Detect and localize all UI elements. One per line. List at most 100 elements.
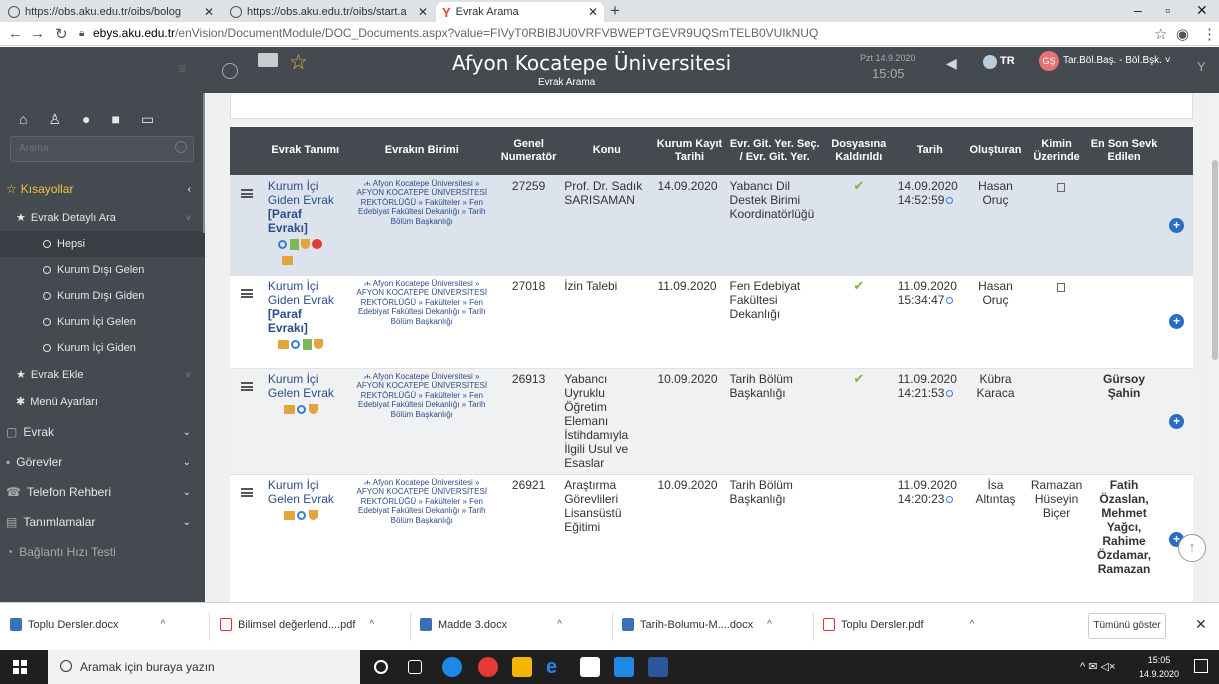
sidebar-item-all[interactable]: Hepsi [0, 231, 205, 257]
expand-plus-icon[interactable]: + [1169, 413, 1185, 429]
expand-plus-icon[interactable]: + [1169, 314, 1185, 329]
video-icon[interactable]: ▭ [141, 111, 154, 133]
shield-icon[interactable] [308, 404, 318, 415]
search-icon[interactable] [222, 63, 238, 79]
shield-icon[interactable] [313, 339, 323, 350]
edge-icon[interactable] [442, 657, 462, 677]
minimize-button[interactable]: – [1134, 2, 1142, 18]
row-menu-icon[interactable] [240, 288, 253, 298]
file-explorer-icon[interactable] [512, 657, 532, 677]
sidebar-item-add-document[interactable]: ★ Evrak Ekle ˅ [0, 361, 205, 388]
col-olusturan[interactable]: Oluşturan [965, 127, 1026, 175]
star-icon[interactable]: ☆ [289, 50, 308, 75]
chevron-up-icon[interactable]: ^ [767, 619, 772, 630]
briefcase-icon[interactable] [281, 255, 293, 265]
sidebar-item-internal-outgoing[interactable]: Kurum İçi Giden [0, 335, 205, 361]
maximize-button[interactable]: ▫ [1165, 2, 1170, 18]
chevron-up-icon[interactable]: ^ [369, 619, 374, 630]
home-icon[interactable]: ⌂ [19, 111, 27, 133]
shield-icon[interactable] [308, 510, 318, 521]
browser-tab-2[interactable]: https://obs.aku.edu.tr/oibs/start.a ✕ [224, 2, 434, 22]
sidebar-item-phonebook[interactable]: ☎ Telefon Rehberi ⌄ [0, 477, 205, 507]
word-icon[interactable] [648, 657, 668, 677]
forward-arrow-icon[interactable]: → [30, 25, 45, 42]
download-item-4[interactable]: Tarih-Bolumu-M....docx ^ [622, 618, 772, 631]
col-evrak-tanimi[interactable]: Evrak Tanımı [263, 127, 347, 175]
col-numerator[interactable]: Genel Numeratör [497, 127, 561, 175]
sidebar-item-menu-settings[interactable]: ✱ Menü Ayarları [0, 388, 205, 415]
windows-start-icon[interactable] [13, 660, 27, 674]
notification-icon[interactable]: ◀ [946, 55, 957, 72]
page-scrollbar-thumb[interactable] [1212, 160, 1218, 360]
copy-icon[interactable] [1056, 182, 1065, 192]
table-row[interactable]: Kurum İçi Giden Evrak [Paraf Evrakı] ሐ A… [230, 174, 1193, 275]
bookmark-star-icon[interactable]: ☆ [1154, 25, 1167, 43]
sidebar-item-evrak[interactable]: ▢ Evrak ⌄ [0, 417, 205, 447]
system-tray-icons[interactable]: ^ ✉ ◁× [1080, 660, 1115, 673]
filter-icon[interactable]: Y [1197, 59, 1206, 74]
col-evrak-birimi[interactable]: Evrakın Birimi [346, 127, 498, 175]
sidebar-item-shortcuts[interactable]: ☆ Kısayollar ‹ [0, 174, 205, 204]
avatar[interactable]: GŞ [1039, 51, 1059, 71]
back-arrow-icon[interactable]: ← [8, 25, 23, 42]
view-icon[interactable] [277, 239, 287, 249]
taskbar-search-input[interactable]: Aramak için buraya yazın [48, 650, 360, 684]
col-tarih[interactable]: Tarih [893, 127, 966, 175]
briefcase-icon[interactable] [277, 339, 289, 349]
show-all-downloads-button[interactable]: Tümünü göster [1088, 613, 1166, 639]
sidebar-item-external-incoming[interactable]: Kurum Dışı Gelen [0, 257, 205, 283]
close-tab-icon[interactable]: ✕ [418, 5, 428, 19]
globe-icon[interactable] [983, 55, 997, 69]
mail-icon[interactable] [614, 657, 634, 677]
download-item-1[interactable]: Toplu Dersler.docx ^ [10, 618, 165, 631]
col-git-yer[interactable]: Evr. Git. Yer. Seç. / Evr. Git. Yer. [725, 127, 824, 175]
task-view-icon[interactable] [408, 660, 422, 674]
profile-icon[interactable]: ◉ [1176, 25, 1189, 43]
chevron-up-icon[interactable]: ^ [970, 619, 975, 630]
row-menu-icon[interactable] [240, 381, 253, 391]
sidebar-item-speed-test[interactable]: ◔ Bağlantı Hızı Testi [0, 537, 205, 567]
col-dosya[interactable]: Dosyasına Kaldırıldı [823, 127, 894, 175]
table-row[interactable]: Kurum İçi Giden Evrak [Paraf Evrakı] ሐ A… [230, 274, 1193, 368]
sidebar-item-tasks[interactable]: ▪ Görevler ⌄ [0, 447, 205, 477]
user-role-dropdown[interactable]: Tar.Böl.Baş. - Böl.Bşk. ˅ [1063, 55, 1171, 66]
notification-center-icon[interactable] [1194, 659, 1208, 673]
view-icon[interactable] [290, 339, 300, 349]
briefcase-icon[interactable] [283, 510, 295, 520]
view-icon[interactable] [296, 404, 306, 414]
store-icon[interactable] [580, 657, 600, 677]
sidebar-item-detailed-search[interactable]: ★ Evrak Detaylı Ara ˅ [0, 204, 205, 231]
shield-icon[interactable] [300, 239, 310, 250]
user-icon[interactable]: ♙ [48, 111, 61, 133]
col-sevk[interactable]: En Son Sevk Edilen [1088, 127, 1161, 175]
download-item-2[interactable]: Bilimsel değerlend....pdf ^ [220, 618, 374, 631]
document-type[interactable]: Kurum İçi Giden Evrak [268, 279, 343, 307]
download-item-3[interactable]: Madde 3.docx ^ [420, 618, 562, 631]
reload-icon[interactable]: ↻ [55, 25, 68, 43]
chevron-up-icon[interactable]: ^ [557, 619, 562, 630]
document-icon[interactable] [289, 238, 299, 250]
sidebar-item-internal-incoming[interactable]: Kurum İçi Gelen [0, 309, 205, 335]
row-menu-icon[interactable] [240, 188, 253, 198]
cortana-icon[interactable] [374, 660, 388, 674]
close-tab-icon[interactable]: ✕ [588, 5, 598, 19]
sidebar-item-external-outgoing[interactable]: Kurum Dışı Giden [0, 283, 205, 309]
plus-circle-icon[interactable]: ● [82, 111, 90, 133]
help-icon[interactable]: ■ [112, 111, 120, 133]
col-kayit-tarihi[interactable]: Kurum Kayıt Tarihi [653, 127, 726, 175]
col-konu[interactable]: Konu [560, 127, 654, 175]
scroll-to-top-button[interactable]: ↑ [1178, 534, 1206, 562]
expand-plus-icon[interactable]: + [1169, 217, 1185, 233]
col-kimin[interactable]: Kimin Üzerinde [1025, 127, 1089, 175]
close-tab-icon[interactable]: ✕ [204, 5, 214, 19]
language-selector[interactable]: TR [1000, 55, 1015, 67]
view-icon[interactable] [296, 510, 306, 520]
document-type[interactable]: Kurum İçi Giden Evrak [268, 179, 343, 207]
briefcase-icon[interactable] [258, 53, 278, 67]
close-window-button[interactable]: ✕ [1196, 2, 1208, 19]
copy-icon[interactable] [1056, 282, 1065, 292]
browser-menu-icon[interactable]: ⋮ [1202, 25, 1217, 43]
chrome-icon[interactable] [478, 657, 498, 677]
briefcase-icon[interactable] [283, 404, 295, 414]
close-downloads-icon[interactable]: ✕ [1195, 616, 1207, 633]
